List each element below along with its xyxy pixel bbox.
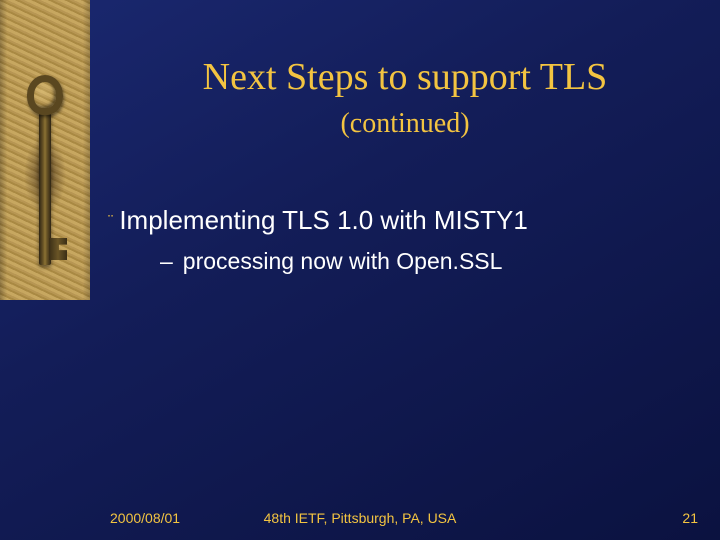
bullet1-marker-icon: ¨ xyxy=(108,213,113,230)
slide-title: Next Steps to support TLS xyxy=(90,55,720,99)
bullet-level-2: –processing now with Open.SSL xyxy=(160,248,502,275)
bullet-level-1: ¨ Implementing TLS 1.0 with MISTY1 xyxy=(108,205,528,236)
key-photo-sidebar xyxy=(0,0,90,300)
bullet2-dash-icon: – xyxy=(160,248,173,274)
bullet1-text: Implementing TLS 1.0 with MISTY1 xyxy=(119,205,527,235)
slide: Next Steps to support TLS (continued) ¨ I… xyxy=(0,0,720,540)
key-bit-shape xyxy=(49,238,67,260)
bullet2-text: processing now with Open.SSL xyxy=(183,248,503,274)
slide-subtitle: (continued) xyxy=(90,108,720,140)
footer-venue: 48th IETF, Pittsburgh, PA, USA xyxy=(0,510,720,526)
footer-page-number: 21 xyxy=(682,510,698,526)
